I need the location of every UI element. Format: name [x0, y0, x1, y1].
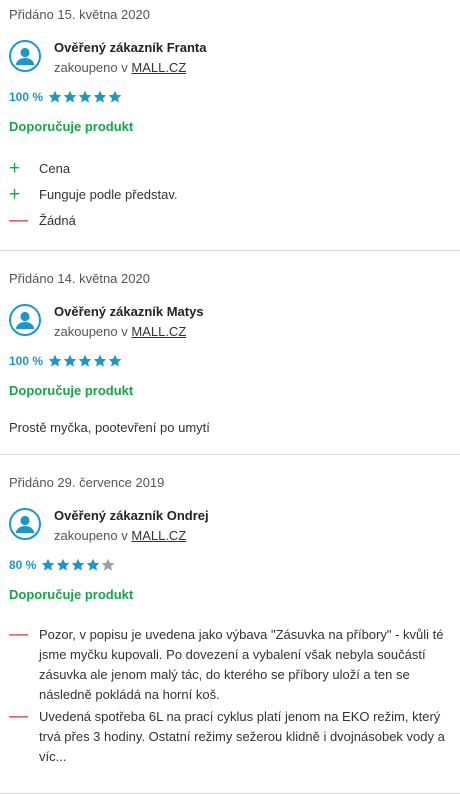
review-date: Přidáno 29. července 2019: [9, 475, 165, 490]
author-name: Ověřený zákazník Ondrej: [54, 508, 209, 523]
pro-item: + Funguje podle představ.: [9, 185, 451, 205]
con-item: — Uvedená spotřeba 6L na prací cyklus pla…: [9, 707, 451, 767]
review-comment: Prostě myčka, pootevření po umytí: [9, 420, 210, 435]
review: Přidáno 29. července 2019 Ověřený zákazn…: [0, 455, 460, 794]
con-text: Pozor, v popisu je uvedena jako výbava "…: [39, 627, 444, 702]
rating: 100 %: [9, 352, 451, 370]
minus-icon: —: [9, 624, 28, 645]
rating-percent: 100 %: [9, 354, 44, 368]
star-icon-filled: [78, 354, 92, 367]
pro-item: + Cena: [9, 159, 451, 179]
purchase-prefix: zakoupeno v: [54, 324, 128, 339]
review-author: Ověřený zákazník Franta zakoupeno v MALL…: [9, 39, 451, 77]
author-name: Ověřený zákazník Matys: [54, 304, 204, 319]
con-text: Žádná: [39, 213, 76, 228]
review-author: Ověřený zákazník Ondrej zakoupeno v MALL…: [9, 507, 451, 545]
star-icon-filled: [93, 354, 107, 367]
shop-link[interactable]: MALL.CZ: [131, 60, 186, 75]
pros-cons-list: + Cena + Funguje podle představ. — Žádná: [9, 159, 451, 231]
star-icon-filled: [63, 354, 77, 367]
minus-icon: —: [9, 706, 28, 727]
review: Přidáno 15. května 2020 Ověřený zákazník…: [0, 0, 460, 251]
con-item: — Pozor, v popisu je uvedena jako výbava …: [9, 625, 451, 705]
rating: 100 %: [9, 88, 451, 106]
purchase-prefix: zakoupeno v: [54, 528, 128, 543]
pros-cons-list: — Pozor, v popisu je uvedena jako výbava …: [9, 625, 451, 767]
review-date: Přidáno 14. května 2020: [9, 271, 150, 286]
rating: 80 %: [9, 556, 451, 574]
star-icon-filled: [108, 90, 122, 103]
star-icon-filled: [108, 354, 122, 367]
author-name: Ověřený zákazník Franta: [54, 40, 207, 55]
rating-percent: 80 %: [9, 558, 37, 572]
con-text: Uvedená spotřeba 6L na prací cyklus plat…: [39, 709, 445, 764]
star-icon-empty: [102, 558, 115, 571]
recommend-label: Doporučuje produkt: [9, 119, 134, 134]
rating-stars: [41, 558, 115, 572]
user-avatar-icon: [9, 304, 41, 336]
recommend-label: Doporučuje produkt: [9, 383, 134, 398]
review: Přidáno 14. května 2020 Ověřený zákazník…: [0, 251, 460, 455]
star-icon-filled: [87, 558, 100, 571]
recommend-label: Doporučuje produkt: [9, 587, 134, 602]
review-date: Přidáno 15. května 2020: [9, 7, 150, 22]
pro-text: Cena: [39, 161, 71, 176]
con-item: — Žádná: [9, 211, 451, 231]
review-author: Ověřený zákazník Matys zakoupeno v MALL.…: [9, 303, 451, 341]
plus-icon: +: [9, 158, 21, 179]
star-icon-filled: [78, 90, 92, 103]
shop-link[interactable]: MALL.CZ: [131, 324, 186, 339]
star-icon-filled: [48, 354, 62, 367]
purchase-prefix: zakoupeno v: [54, 60, 128, 75]
author-info: Ověřený zákazník Matys zakoupeno v MALL.…: [54, 303, 204, 340]
rating-percent: 100 %: [9, 90, 44, 104]
star-icon-filled: [48, 90, 62, 103]
star-icon-filled: [72, 558, 85, 571]
user-avatar-icon: [9, 40, 41, 72]
rating-stars: [48, 354, 122, 368]
author-info: Ověřený zákazník Franta zakoupeno v MALL…: [54, 39, 206, 76]
minus-icon: —: [9, 210, 28, 231]
purchase-info: zakoupeno v MALL.CZ: [54, 59, 206, 76]
star-icon-filled: [42, 558, 55, 571]
star-icon-filled: [93, 90, 107, 103]
plus-icon: +: [9, 184, 21, 205]
rating-stars: [48, 90, 122, 104]
purchase-info: zakoupeno v MALL.CZ: [54, 323, 204, 340]
author-info: Ověřený zákazník Ondrej zakoupeno v MALL…: [54, 507, 209, 544]
star-icon-filled: [63, 90, 77, 103]
user-avatar-icon: [9, 508, 41, 540]
pro-text: Funguje podle představ.: [39, 187, 178, 202]
shop-link[interactable]: MALL.CZ: [131, 528, 186, 543]
purchase-info: zakoupeno v MALL.CZ: [54, 527, 209, 544]
star-icon-filled: [57, 558, 70, 571]
